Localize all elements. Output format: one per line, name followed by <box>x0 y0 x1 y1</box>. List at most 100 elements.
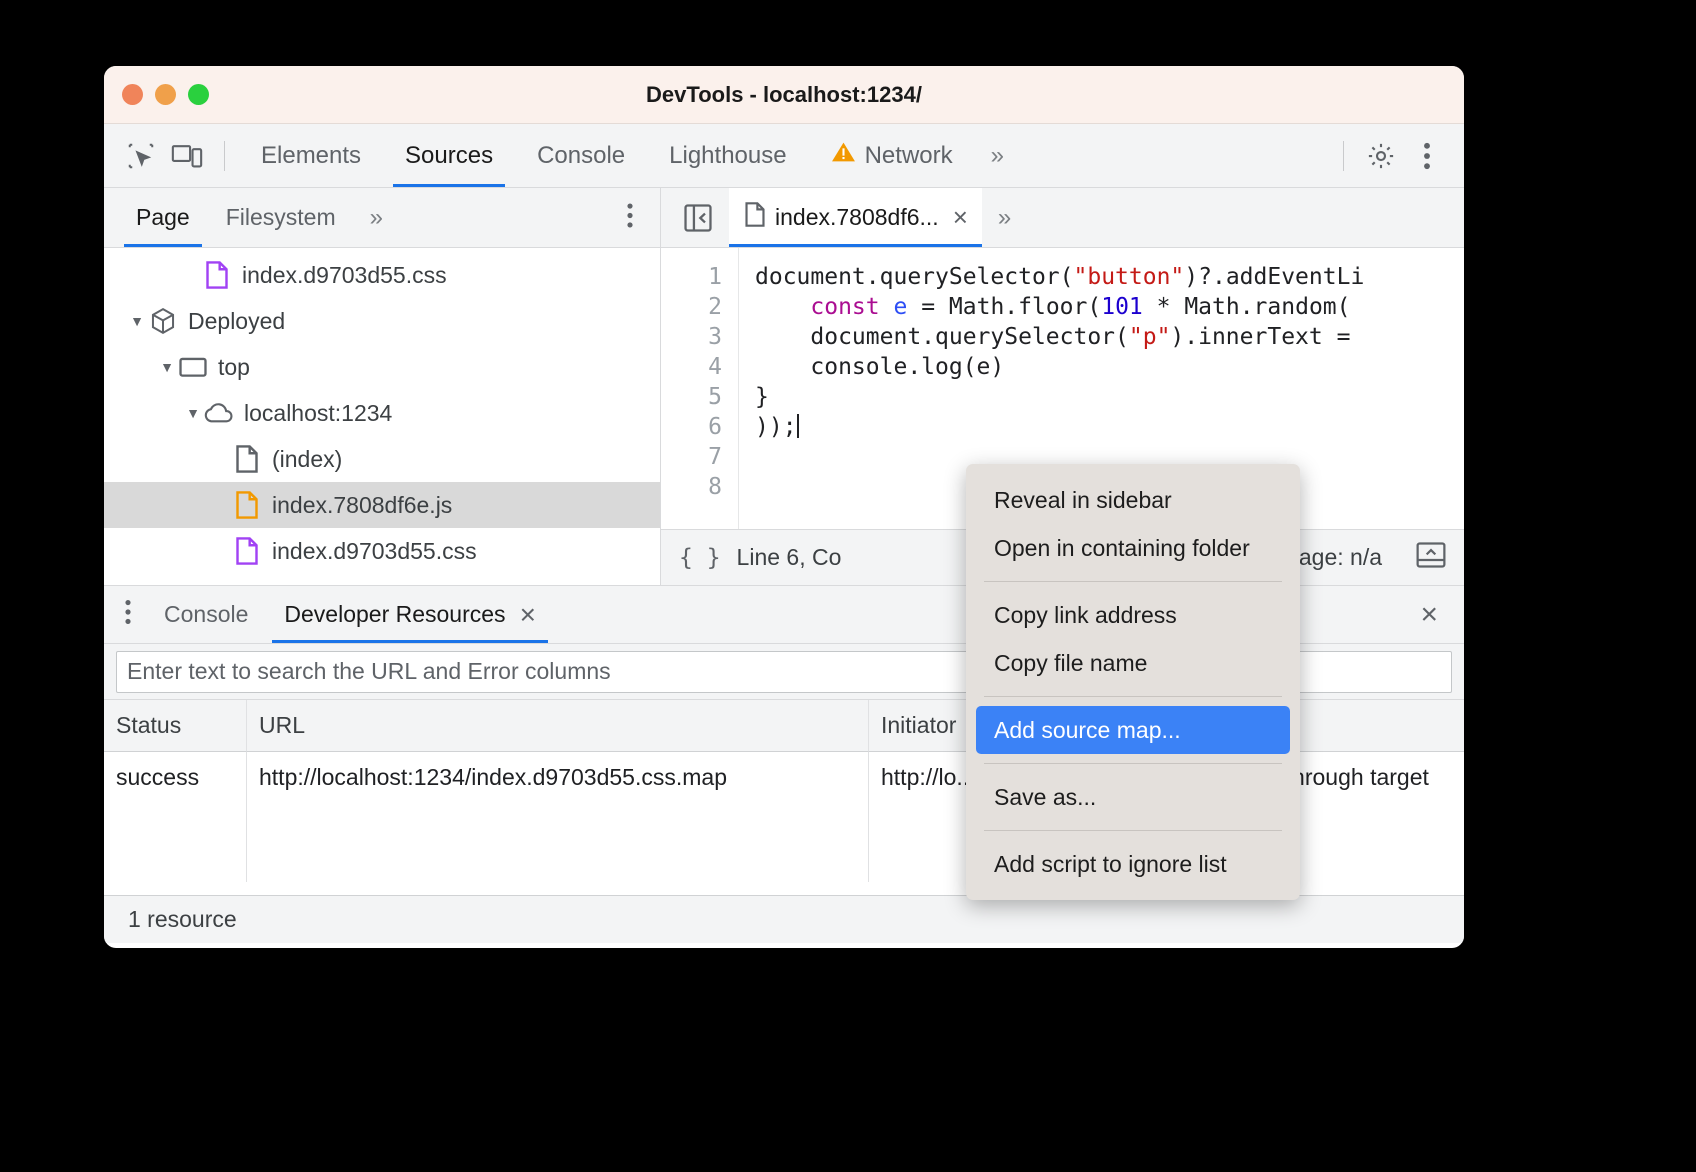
file-tree: index.d9703d55.css ▼ Deployed ▼ top <box>104 248 660 585</box>
maximize-window-button[interactable] <box>188 84 209 105</box>
frame-icon <box>178 355 208 379</box>
menu-separator <box>984 830 1282 831</box>
text-caret <box>797 414 799 438</box>
tree-item-label: top <box>218 354 250 381</box>
devtools-toolbar: Elements Sources Console Lighthouse Netw… <box>104 124 1464 188</box>
drawer-tab-developer-resources[interactable]: Developer Resources × <box>266 586 554 643</box>
chevron-down-icon[interactable]: ▼ <box>126 313 148 329</box>
more-tabs-chevron-icon[interactable]: » <box>975 142 1017 170</box>
tree-item-deployed[interactable]: ▼ Deployed <box>104 298 660 344</box>
line-number: 1 <box>661 262 722 292</box>
menu-item-add-script-to-ignore-list[interactable]: Add script to ignore list <box>966 840 1300 888</box>
code-line: )); <box>755 412 1364 442</box>
close-window-button[interactable] <box>122 84 143 105</box>
context-menu: Reveal in sidebar Open in containing fol… <box>966 464 1300 900</box>
toolbar-divider-right <box>1343 141 1344 171</box>
window-title: DevTools - localhost:1234/ <box>104 82 1464 108</box>
editor-tabs-overflow-icon[interactable]: » <box>982 204 1024 232</box>
drawer-tab-console[interactable]: Console <box>146 586 266 643</box>
navigator-pane: Page Filesystem » index.d9703d55.css ▼ <box>104 188 661 585</box>
tree-item-css-top[interactable]: index.d9703d55.css <box>104 252 660 298</box>
line-number: 2 <box>661 292 722 322</box>
line-number: 8 <box>661 472 722 502</box>
menu-item-add-source-map[interactable]: Add source map... <box>976 706 1290 754</box>
tab-label: Sources <box>405 142 493 170</box>
cell-status: success <box>104 752 247 882</box>
inspect-element-icon[interactable] <box>118 133 164 179</box>
tab-label: Elements <box>261 142 361 170</box>
drawer-tab-label: Developer Resources <box>284 601 505 628</box>
tree-item-label: Deployed <box>188 308 285 335</box>
line-number: 7 <box>661 442 722 472</box>
close-icon[interactable]: × <box>520 599 536 631</box>
drawer-tab-label: Console <box>164 601 248 628</box>
tab-lighthouse[interactable]: Lighthouse <box>647 124 808 187</box>
cloud-icon <box>204 402 234 424</box>
nav-tab-label: Filesystem <box>226 204 336 231</box>
tree-item-index[interactable]: (index) <box>104 436 660 482</box>
chevron-down-icon[interactable]: ▼ <box>182 405 204 421</box>
nav-tab-label: Page <box>136 204 190 231</box>
title-bar: DevTools - localhost:1234/ <box>104 66 1464 124</box>
line-number: 6 <box>661 412 722 442</box>
collapse-sidebar-icon[interactable] <box>675 204 721 232</box>
tab-label: Lighthouse <box>669 142 786 170</box>
toolbar-divider <box>224 141 225 171</box>
menu-item-copy-file-name[interactable]: Copy file name <box>966 639 1300 687</box>
code-line: } <box>755 382 1364 412</box>
code-line: document.querySelector("button")?.addEve… <box>755 262 1364 292</box>
minimize-window-button[interactable] <box>155 84 176 105</box>
tab-console[interactable]: Console <box>515 124 647 187</box>
gear-icon[interactable] <box>1358 133 1404 179</box>
tree-item-top[interactable]: ▼ top <box>104 344 660 390</box>
menu-item-reveal-in-sidebar[interactable]: Reveal in sidebar <box>966 476 1300 524</box>
navigator-tabbar: Page Filesystem » <box>104 188 660 248</box>
line-number: 3 <box>661 322 722 352</box>
device-toolbar-icon[interactable] <box>164 133 210 179</box>
tree-item-label: index.d9703d55.css <box>242 262 447 289</box>
resource-count-status: 1 resource <box>104 895 1464 943</box>
close-drawer-icon[interactable]: × <box>1420 598 1438 632</box>
navigator-kebab-icon[interactable] <box>626 202 634 233</box>
show-drawer-icon[interactable] <box>1416 542 1446 574</box>
editor-tabbar: index.7808df6... × » <box>661 188 1464 248</box>
menu-item-open-in-containing-folder[interactable]: Open in containing folder <box>966 524 1300 572</box>
tree-item-js-selected[interactable]: index.7808df6e.js <box>104 482 660 528</box>
document-file-icon <box>232 445 262 473</box>
drawer-kebab-icon[interactable] <box>124 599 132 630</box>
chevron-down-icon[interactable]: ▼ <box>156 359 178 375</box>
pretty-print-icon[interactable]: { } <box>679 545 721 571</box>
tab-sources[interactable]: Sources <box>383 124 515 187</box>
menu-separator <box>984 581 1282 582</box>
cell-url: http://localhost:1234/index.d9703d55.css… <box>247 752 869 882</box>
editor-tab-label: index.7808df6... <box>775 204 939 231</box>
kebab-menu-icon[interactable] <box>1404 133 1450 179</box>
code-line: console.log(e) <box>755 352 1364 382</box>
column-header-status[interactable]: Status <box>104 700 247 752</box>
line-number: 4 <box>661 352 722 382</box>
tree-item-label: localhost:1234 <box>244 400 392 427</box>
tab-label: Console <box>537 142 625 170</box>
navigator-more-chevron-icon[interactable]: » <box>354 204 396 232</box>
menu-separator <box>984 696 1282 697</box>
tree-item-localhost[interactable]: ▼ localhost:1234 <box>104 390 660 436</box>
css-file-icon <box>232 537 262 565</box>
tree-item-css-bottom[interactable]: index.d9703d55.css <box>104 528 660 574</box>
column-header-url[interactable]: URL <box>247 700 869 752</box>
devtools-window: DevTools - localhost:1234/ Elements Sour… <box>104 66 1464 948</box>
tab-elements[interactable]: Elements <box>239 124 383 187</box>
close-icon[interactable]: × <box>953 202 968 233</box>
js-file-icon <box>745 202 765 233</box>
tab-label: Network <box>865 142 953 170</box>
line-number: 5 <box>661 382 722 412</box>
nav-tab-filesystem[interactable]: Filesystem <box>208 188 354 247</box>
menu-item-save-as[interactable]: Save as... <box>966 773 1300 821</box>
traffic-lights <box>122 84 209 105</box>
line-number-gutter: 1 2 3 4 5 6 7 8 <box>661 248 739 529</box>
tab-network[interactable]: Network <box>809 124 975 187</box>
nav-tab-page[interactable]: Page <box>118 188 208 247</box>
editor-tab-index-js[interactable]: index.7808df6... × <box>729 188 982 247</box>
menu-item-copy-link-address[interactable]: Copy link address <box>966 591 1300 639</box>
code-line: document.querySelector("p").innerText = <box>755 322 1364 352</box>
tree-item-label: index.7808df6e.js <box>272 492 452 519</box>
